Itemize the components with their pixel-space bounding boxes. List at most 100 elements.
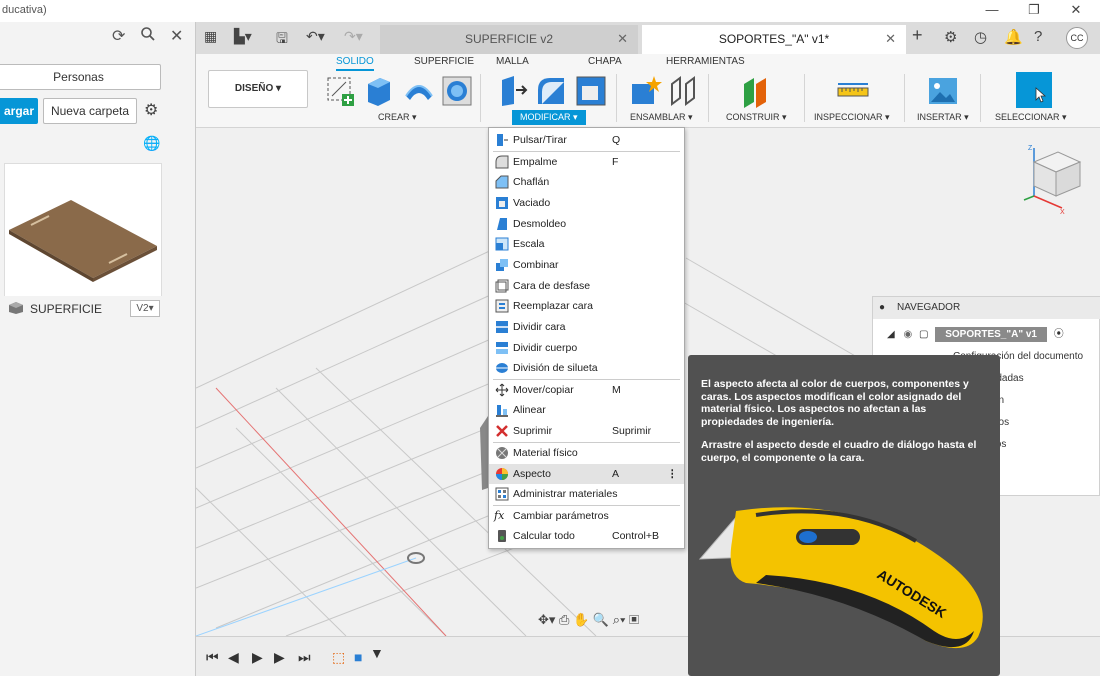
measure-icon[interactable] — [836, 74, 870, 108]
sketch-feature-icon[interactable]: ⬚ — [332, 649, 345, 666]
menu-item-appearance[interactable]: Aspecto A ⋮ — [489, 464, 684, 484]
split-face-icon — [496, 321, 508, 333]
select-menu[interactable]: SELECCIONAR ▾ — [995, 112, 1067, 123]
menu-item-press-pull[interactable]: Pulsar/Tirar Q — [489, 130, 684, 150]
tab-soportes[interactable]: SOPORTES_"A" v1* ✕ — [642, 25, 906, 54]
navigator-root[interactable]: ◢ ◉ ▢ SOPORTES_"A" v1 ⦿ — [887, 325, 1064, 342]
tab-solido[interactable]: SOLIDO — [336, 56, 374, 71]
menu-item-draft[interactable]: Desmoldeo — [489, 214, 684, 234]
menu-item-split-body[interactable]: Dividir cuerpo — [489, 338, 684, 358]
activate-radio[interactable]: ⦿ — [1054, 329, 1064, 340]
insert-image-icon[interactable] — [926, 74, 960, 108]
assemble-menu[interactable]: ENSAMBLAR ▾ — [630, 112, 693, 123]
save-icon[interactable]: 🖫 — [276, 28, 288, 52]
orbit-icon[interactable]: ✥▾ — [538, 612, 555, 627]
globe-icon[interactable]: 🌐 — [143, 135, 160, 152]
new-tab-icon[interactable]: + — [912, 25, 923, 46]
navigator-header[interactable]: ● NAVEGADOR — [873, 297, 1100, 319]
grid-menu-icon[interactable]: ▦ — [204, 28, 217, 45]
menu-item-combine[interactable]: Combinar — [489, 255, 684, 275]
new-component-icon[interactable] — [628, 74, 662, 108]
menu-item-change-parameters[interactable]: fx Cambiar parámetros — [489, 506, 684, 526]
prev-step-icon[interactable]: ◀ — [228, 649, 239, 666]
insert-menu[interactable]: INSERTAR ▾ — [917, 112, 969, 123]
offset-plane-icon[interactable] — [738, 74, 772, 108]
tab-superficie[interactable]: SUPERFICIE v2 ✕ — [380, 25, 638, 54]
workspace-design-button[interactable]: DISEÑO ▾ — [208, 70, 308, 108]
menu-item-align[interactable]: Alinear — [489, 400, 684, 420]
extensions-icon[interactable]: ⚙ — [944, 28, 957, 46]
redo-icon[interactable]: ↷▾ — [344, 28, 363, 45]
press-pull-icon[interactable] — [494, 74, 528, 108]
tab-close-icon[interactable]: ✕ — [617, 25, 628, 53]
revolve-icon[interactable] — [402, 74, 436, 108]
file-menu-icon[interactable]: ▙▾ — [234, 28, 252, 45]
menu-item-move-copy[interactable]: Mover/copiar M — [489, 380, 684, 400]
visibility-icon[interactable]: ◉ — [903, 329, 912, 340]
create-sketch-icon[interactable] — [324, 74, 358, 108]
chamfer-icon — [495, 175, 509, 189]
display-icon[interactable]: ▣ — [629, 612, 639, 627]
tab-close-icon[interactable]: ✕ — [885, 25, 896, 53]
search-icon[interactable] — [140, 26, 156, 47]
board-thumbnail — [9, 200, 157, 282]
modify-menu[interactable]: MODIFICAR ▾ — [512, 110, 586, 125]
job-status-icon[interactable]: ◷ — [974, 28, 987, 46]
hole-icon[interactable] — [440, 74, 474, 108]
timeline-marker-icon[interactable]: ▼ — [370, 645, 384, 661]
menu-item-chamfer[interactable]: Chaflán — [489, 172, 684, 192]
tab-malla[interactable]: MALLA — [496, 56, 529, 67]
last-step-icon[interactable]: ⏭ — [298, 649, 311, 666]
fit-icon[interactable]: ⌕▾ — [613, 612, 626, 627]
version-select[interactable]: V2▾ — [130, 300, 160, 317]
menu-item-offset-face[interactable]: Cara de desfase — [489, 276, 684, 296]
menu-item-silhouette-split[interactable]: División de silueta — [489, 358, 684, 378]
menu-item-fillet[interactable]: Empalme F — [489, 152, 684, 172]
people-button[interactable]: Personas — [0, 64, 161, 90]
close-window-button[interactable]: ✕ — [1064, 2, 1088, 18]
select-icon[interactable] — [1016, 72, 1052, 108]
tab-chapa[interactable]: CHAPA — [588, 56, 622, 67]
fillet-icon[interactable] — [534, 74, 568, 108]
zoom-icon[interactable]: 🔍 — [593, 612, 609, 627]
menu-item-physical-material[interactable]: Material físico — [489, 443, 684, 463]
menu-item-scale[interactable]: Escala — [489, 234, 684, 254]
next-step-icon[interactable]: ▶ — [274, 649, 285, 666]
create-menu[interactable]: CREAR ▾ — [378, 112, 417, 123]
upload-button[interactable]: argar — [0, 98, 38, 124]
new-folder-button[interactable]: Nueva carpeta — [43, 98, 137, 124]
minimize-button[interactable]: — — [980, 2, 1004, 17]
extrude-icon[interactable] — [362, 74, 396, 108]
play-icon[interactable]: ▶ — [252, 649, 263, 666]
pan-icon[interactable]: ✋ — [573, 612, 589, 627]
view-cube[interactable]: Z X — [1018, 142, 1088, 216]
undo-icon[interactable]: ↶▾ — [306, 28, 325, 45]
menu-item-compute-all[interactable]: Calcular todo Control+B — [489, 526, 684, 546]
tab-herramientas[interactable]: HERRAMIENTAS — [666, 56, 745, 67]
extrude-feature-icon[interactable]: ■ — [354, 649, 362, 665]
menu-item-shell[interactable]: Vaciado — [489, 193, 684, 213]
tooltip-instruction: Arrastre el aspecto desde el cuadro de d… — [701, 439, 977, 464]
look-at-icon[interactable]: ⎙ — [559, 612, 569, 627]
first-step-icon[interactable]: ⏮ — [206, 649, 219, 666]
restore-button[interactable]: ❐ — [1022, 2, 1046, 18]
more-options-icon[interactable]: ⋮ — [667, 464, 678, 484]
notifications-icon[interactable]: 🔔 — [1004, 28, 1023, 46]
expand-icon[interactable]: ◢ — [887, 329, 895, 340]
gear-icon[interactable]: ⚙ — [144, 100, 158, 120]
shell-icon[interactable] — [574, 74, 608, 108]
menu-item-split-face[interactable]: Dividir cara — [489, 317, 684, 337]
collapse-icon[interactable]: ● — [879, 297, 885, 319]
help-icon[interactable]: ? — [1034, 28, 1042, 45]
menu-item-manage-materials[interactable]: Administrar materiales — [489, 484, 684, 504]
menu-item-delete[interactable]: Suprimir Suprimir — [489, 421, 684, 441]
menu-item-replace-face[interactable]: Reemplazar cara — [489, 296, 684, 316]
joint-icon[interactable] — [666, 74, 700, 108]
part-edge[interactable] — [480, 416, 488, 490]
tab-superficie-ws[interactable]: SUPERFICIE — [414, 56, 474, 67]
refresh-icon[interactable]: ⟳ — [112, 26, 125, 46]
avatar[interactable]: CC — [1066, 27, 1088, 49]
close-icon[interactable]: ✕ — [170, 26, 183, 46]
construct-menu[interactable]: CONSTRUIR ▾ — [726, 112, 787, 123]
inspect-menu[interactable]: INSPECCIONAR ▾ — [814, 112, 890, 123]
